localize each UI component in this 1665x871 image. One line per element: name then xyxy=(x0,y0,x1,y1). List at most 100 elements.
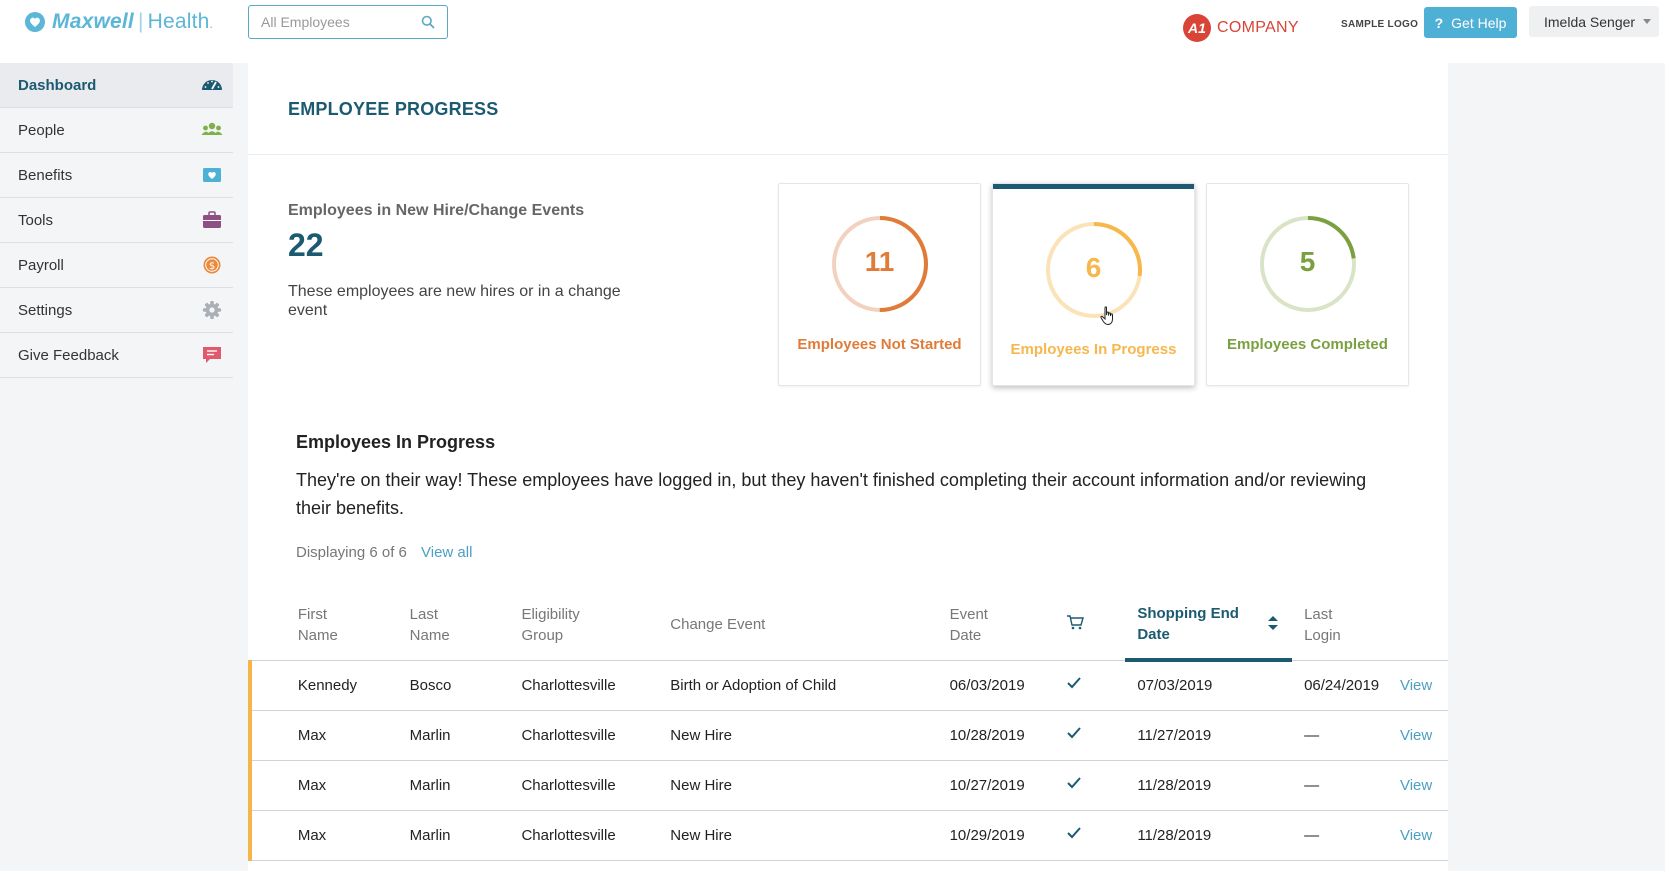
column-header-first-name[interactable]: First Name xyxy=(297,590,410,661)
dollar-coin-icon: $ xyxy=(203,256,221,274)
sidebar-item-label: Settings xyxy=(18,301,73,319)
view-link[interactable]: View xyxy=(1399,760,1448,811)
cell-change-event: New Hire xyxy=(670,760,950,811)
sidebar-nav: Dashboard People Benefits Tools Payroll xyxy=(0,63,233,871)
section-description: They're on their way! These employees ha… xyxy=(296,470,1367,518)
column-header-last-login[interactable]: Last Login xyxy=(1292,590,1400,661)
column-header-cart[interactable] xyxy=(1066,590,1126,661)
column-header-last-name[interactable]: Last Name xyxy=(409,590,522,661)
question-icon: ? xyxy=(1434,14,1444,31)
sidebar-item-benefits[interactable]: Benefits xyxy=(0,153,233,198)
company-logo: A1 COMPANY xyxy=(1183,14,1299,42)
cell-eligibility-group: Charlottesville xyxy=(521,710,671,761)
cell-last-login: — xyxy=(1292,810,1400,861)
table-header-row: First Name Last Name Eligibility Group Chan… xyxy=(250,590,1448,662)
view-link[interactable]: View xyxy=(1399,810,1448,861)
people-icon xyxy=(201,122,223,135)
cell-change-event: New Hire xyxy=(670,710,950,761)
cell-first-name: Max xyxy=(297,760,410,811)
sidebar-item-label: People xyxy=(18,121,65,139)
cell-last-name: Bosco xyxy=(409,660,522,711)
sidebar-item-tools[interactable]: Tools xyxy=(0,198,233,243)
svg-text:$: $ xyxy=(209,261,215,272)
check-icon xyxy=(1067,727,1082,739)
employee-search[interactable] xyxy=(248,5,448,39)
sample-logo: SAMPLE LOGO xyxy=(1341,19,1419,30)
sidebar-item-payroll[interactable]: Payroll $ xyxy=(0,243,233,288)
search-input[interactable] xyxy=(261,14,411,30)
sidebar-item-settings[interactable]: Settings xyxy=(0,288,233,333)
user-name: Imelda Senger xyxy=(1544,13,1636,30)
cell-cart xyxy=(1066,810,1126,861)
displaying-count: Displaying 6 of 6 xyxy=(296,544,407,561)
briefcase-icon xyxy=(203,211,221,228)
hand-pointer-cursor-icon xyxy=(1100,306,1113,326)
card-completed[interactable]: 5 Employees Completed xyxy=(1206,183,1409,386)
cell-shopping-end-date: 07/03/2019 xyxy=(1125,660,1293,711)
stat-value: 22 xyxy=(288,227,324,263)
sidebar-item-people[interactable]: People xyxy=(0,108,233,153)
check-icon xyxy=(1067,827,1082,839)
cell-eligibility-group: Charlottesville xyxy=(521,660,671,711)
table-row[interactable]: Max Marlin Charlottesville New Hire 10/2… xyxy=(248,710,1448,761)
cell-last-name: Marlin xyxy=(409,760,522,811)
get-help-button[interactable]: ? Get Help xyxy=(1424,7,1517,38)
cell-cart xyxy=(1066,760,1126,811)
company-name: COMPANY xyxy=(1217,19,1299,36)
right-gutter xyxy=(1448,63,1665,871)
get-help-label: Get Help xyxy=(1451,14,1507,31)
feedback-bubble-icon xyxy=(203,347,221,363)
cell-last-name: Marlin xyxy=(409,710,522,761)
card-in-progress[interactable]: 6 Employees In Progress xyxy=(992,183,1195,386)
card-label: Employees Not Started xyxy=(797,336,962,353)
table-row[interactable]: Kennedy Bosco Charlottesville Birth or A… xyxy=(248,660,1448,711)
cell-last-login: — xyxy=(1292,760,1400,811)
view-all-link[interactable]: View all xyxy=(421,544,472,561)
cell-shopping-end-date: 11/28/2019 xyxy=(1125,810,1293,861)
view-link[interactable]: View xyxy=(1399,660,1448,711)
card-count: 11 xyxy=(864,246,895,277)
heart-card-icon xyxy=(203,168,221,182)
sidebar-item-give-feedback[interactable]: Give Feedback xyxy=(0,333,233,378)
sidebar-item-dashboard[interactable]: Dashboard xyxy=(0,63,233,108)
cell-cart xyxy=(1066,660,1126,711)
stat-label: Employees in New Hire/Change Events xyxy=(288,202,585,219)
cell-last-login: — xyxy=(1292,710,1400,761)
cell-event-date: 10/29/2019 xyxy=(949,810,1067,861)
column-header-shopping-end-date[interactable]: Shopping End Date xyxy=(1125,590,1293,662)
cell-change-event: New Hire xyxy=(670,810,950,861)
section-title: Employees In Progress xyxy=(296,432,496,452)
speedometer-icon xyxy=(202,80,222,90)
cell-cart xyxy=(1066,710,1126,761)
main-content: EMPLOYEE PROGRESS Employees in New Hire/… xyxy=(248,63,1448,871)
card-count: 6 xyxy=(1085,252,1102,283)
view-link[interactable]: View xyxy=(1399,710,1448,761)
stat-description: These employees are new hires or in a ch… xyxy=(288,283,621,319)
sidebar-item-label: Payroll xyxy=(18,256,64,274)
user-menu[interactable]: Imelda Senger xyxy=(1529,6,1659,37)
maxwell-health-logo[interactable]: Maxwell | Health. xyxy=(24,10,213,34)
cell-shopping-end-date: 11/27/2019 xyxy=(1125,710,1293,761)
cell-change-event: Birth or Adoption of Child xyxy=(670,660,950,711)
column-header-change-event[interactable]: Change Event xyxy=(670,590,950,661)
title-divider xyxy=(248,154,1448,155)
chevron-down-icon xyxy=(1643,19,1651,24)
sidebar-item-label: Dashboard xyxy=(18,76,97,94)
top-header: Maxwell|Health. A1 COMPANY SAMPLE LOGO ?… xyxy=(0,0,1665,63)
cell-last-login: 06/24/2019 xyxy=(1292,660,1400,711)
check-icon xyxy=(1067,677,1082,689)
company-badge: A1 xyxy=(1183,14,1211,42)
column-header-eligibility-group[interactable]: Eligibility Group xyxy=(521,590,671,661)
page-title: EMPLOYEE PROGRESS xyxy=(288,99,499,119)
gear-icon xyxy=(203,301,221,319)
cell-event-date: 10/27/2019 xyxy=(949,760,1067,811)
search-icon[interactable] xyxy=(421,15,435,29)
cell-last-name: Marlin xyxy=(409,810,522,861)
card-not-started[interactable]: 11 Employees Not Started xyxy=(778,183,981,386)
card-label: Employees Completed xyxy=(1227,336,1388,353)
table-row[interactable]: Max Marlin Charlottesville New Hire 10/2… xyxy=(248,760,1448,811)
heart-shield-logo-icon xyxy=(25,12,45,32)
column-header-event-date[interactable]: Event Date xyxy=(949,590,1067,661)
sort-icon[interactable] xyxy=(1268,616,1279,630)
table-row[interactable]: Max Marlin Charlottesville New Hire 10/2… xyxy=(248,810,1448,861)
